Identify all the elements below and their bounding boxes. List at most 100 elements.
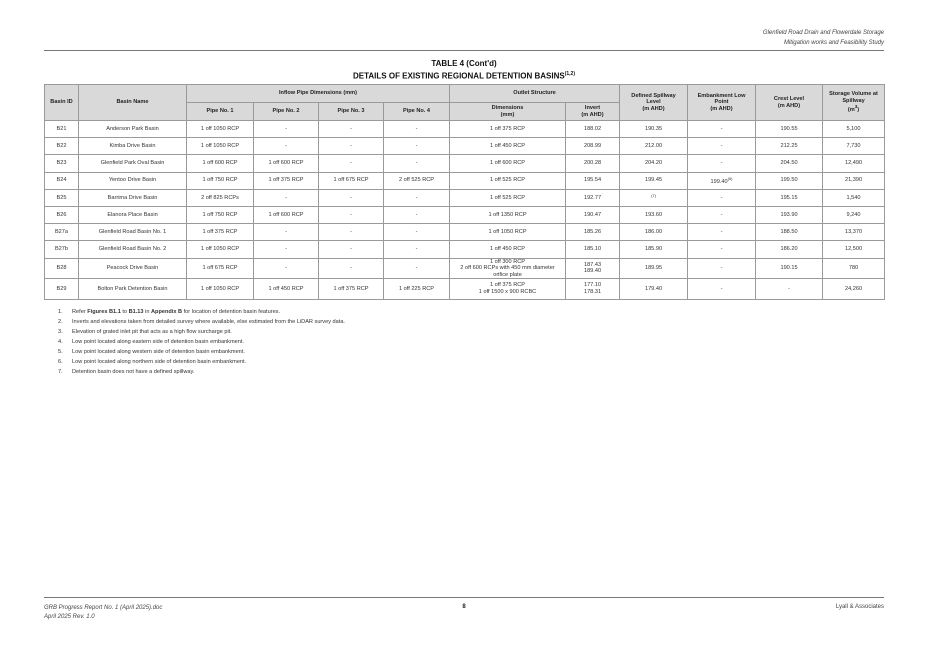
pipe-4-cell: - xyxy=(382,240,451,259)
note-text: Detention basin does not have a defined … xyxy=(72,369,195,375)
note-text: Refer Figures B1.1 to B1.13 in Appendix … xyxy=(72,309,281,315)
table-title-line-1: TABLE 4 (Cont'd) xyxy=(431,59,497,68)
pipe-1-cell: 1 off 750 RCP xyxy=(186,171,254,190)
col-pipe-3: Pipe No. 3 xyxy=(318,102,384,121)
basin-name-cell: Bolton Park Detention Basin xyxy=(78,278,187,300)
pipe-3-cell: - xyxy=(318,257,384,280)
crest-level-cell: 193.90 xyxy=(755,205,824,225)
table-row: B26 Elanora Place Basin 1 off 750 RCP 1 off… xyxy=(44,205,886,225)
basin-name-cell: Anderson Park Basin xyxy=(78,119,187,139)
col-pipe-2: Pipe No. 2 xyxy=(253,102,319,121)
table-row: B24 Yentoo Drive Basin 1 off 750 RCP 1 off … xyxy=(44,171,886,190)
header-line-2: Mitigation works and Feasibility Study xyxy=(783,40,884,46)
page-header: Glenfield Road Drain and Flowerdale Stor… xyxy=(763,28,884,48)
pipe-4-cell: 2 off 525 RCP xyxy=(382,171,451,190)
storage-volume-cell: 21,390 xyxy=(822,171,886,190)
table-row: B28 Peacock Drive Basin 1 off 675 RCP - - -1 … xyxy=(44,257,886,280)
embankment-low-point-cell: - xyxy=(687,154,757,173)
pipe-2-cell: - xyxy=(253,240,319,259)
table-row: B27a Glenfield Road Basin No. 11 off 375 … xyxy=(44,223,886,242)
col-outlet-invert: Invert (m AHD) xyxy=(565,102,621,121)
table-row: B22 Kimba Drive Basin 1 off 1050 RCP - - -1 o… xyxy=(44,137,886,156)
basin-id-cell: B25 xyxy=(44,188,79,207)
outlet-dimensions-cell: 1 off 375 RCP 1 off 1500 x 900 RCBC xyxy=(449,278,567,300)
pipe-4-cell: - xyxy=(382,188,451,207)
pipe-3-cell: - xyxy=(318,119,384,139)
note-item: 4. Low point located along eastern side o… xyxy=(58,339,244,345)
table-row: B29 Bolton Park Detention Basin 1 off 1050… xyxy=(44,278,886,300)
pipe-3-cell: - xyxy=(318,137,384,156)
table-notes: 1. Refer Figures B1.1 to B1.13 in Appendi… xyxy=(58,307,345,377)
col-group-inflow: Inflow Pipe Dimensions (mm) xyxy=(185,84,451,103)
basin-id-cell: B23 xyxy=(44,154,79,173)
storage-volume-cell: 5,100 xyxy=(822,119,886,139)
embankment-low-point-cell: - xyxy=(687,205,757,225)
pipe-2-cell: - xyxy=(253,257,319,280)
footer-company: Lyall & Associates xyxy=(835,604,884,610)
storage-volume-cell: 7,730 xyxy=(822,137,886,156)
pipe-1-cell: 1 off 1050 RCP xyxy=(186,119,254,139)
basin-name-cell: Peacock Drive Basin xyxy=(78,257,187,280)
crest-level-cell: - xyxy=(755,278,824,300)
outlet-invert-cell: 200.28 xyxy=(565,154,621,173)
pipe-3-cell: - xyxy=(318,240,384,259)
title-superscript: (1,2) xyxy=(564,71,575,77)
pipe-4-cell: - xyxy=(382,119,451,139)
note-text: Low point located along northern side of… xyxy=(72,359,247,365)
pipe-3-cell: 1 off 675 RCP xyxy=(318,171,384,190)
embankment-low-point-cell: - xyxy=(687,137,757,156)
footer-rule xyxy=(44,597,884,598)
col-embankment-low-point: Embankment Low Point (m AHD) xyxy=(687,84,757,121)
page-number: 8 xyxy=(462,604,466,610)
storage-volume-cell: 12,500 xyxy=(822,240,886,259)
storage-volume-cell: 13,370 xyxy=(822,223,886,242)
basin-name-cell: Barrima Drive Basin xyxy=(78,188,187,207)
footer-date-rev: April 2025 Rev. 1.0 xyxy=(44,614,95,620)
outlet-dimensions-cell: 1 off 600 RCP xyxy=(449,154,567,173)
basin-name-cell: Glenfield Road Basin No. 2 xyxy=(78,240,187,259)
basin-id-cell: B28 xyxy=(44,257,79,280)
basin-id-cell: B27a xyxy=(44,223,79,242)
pipe-4-cell: - xyxy=(382,154,451,173)
table-body: B21 Anderson Park Basin 1 off 1050 RCP - - -1… xyxy=(44,119,886,300)
note-item: 3. Elevation of grated inlet pit that act… xyxy=(58,329,232,335)
crest-level-cell: 190.15 xyxy=(755,257,824,280)
spillway-level-cell: 212.00 xyxy=(619,137,689,156)
note-item: 2. Inverts and elevations taken from deta… xyxy=(58,319,345,325)
basin-name-cell: Yentoo Drive Basin xyxy=(78,171,187,190)
spillway-level-cell: (7) xyxy=(619,188,689,207)
col-crest-level: Crest Level (m AHD) xyxy=(755,84,824,121)
outlet-dimensions-cell: 1 off 450 RCP xyxy=(449,240,567,259)
outlet-invert-cell: 190.47 xyxy=(565,205,621,225)
basin-name-cell: Kimba Drive Basin xyxy=(78,137,187,156)
note-text: Elevation of grated inlet pit that acts … xyxy=(72,329,232,335)
pipe-3-cell: 1 off 375 RCP xyxy=(318,278,384,300)
outlet-dimensions-cell: 1 off 525 RCP xyxy=(449,188,567,207)
pipe-4-cell: - xyxy=(382,223,451,242)
embankment-low-point-cell: - xyxy=(687,240,757,259)
storage-volume-cell: 780 xyxy=(822,257,886,280)
table-row: B25 Barrima Drive Basin 2 off 825 RCPs - - -1… xyxy=(44,188,886,207)
basin-name-cell: Elanora Place Basin xyxy=(78,205,187,225)
table-row: B27b Glenfield Road Basin No. 21 off 1050… xyxy=(44,240,886,259)
pipe-1-cell: 1 off 750 RCP xyxy=(186,205,254,225)
spillway-level-cell: 199.45 xyxy=(619,171,689,190)
outlet-invert-cell: 192.77 xyxy=(565,188,621,207)
outlet-dimensions-cell: 1 off 375 RCP xyxy=(449,119,567,139)
basin-name-cell: Glenfield Park Oval Basin xyxy=(78,154,187,173)
outlet-invert-cell: 188.02 xyxy=(565,119,621,139)
detention-basins-table: Basin ID Basin Name Inflow Pipe Dimensio… xyxy=(44,84,886,300)
spillway-level-cell: 185.90 xyxy=(619,240,689,259)
outlet-invert-cell: 185.26 xyxy=(565,223,621,242)
crest-level-cell: 188.50 xyxy=(755,223,824,242)
pipe-4-cell: 1 off 225 RCP xyxy=(382,278,451,300)
note-item: 5. Low point located along western side o… xyxy=(58,349,245,355)
basin-id-cell: B29 xyxy=(44,278,79,300)
spillway-level-cell: 186.00 xyxy=(619,223,689,242)
header-rule xyxy=(44,50,884,51)
outlet-dimensions-cell: 1 off 1050 RCP xyxy=(449,223,567,242)
note-item: 6. Low point located along northern side … xyxy=(58,359,247,365)
crest-level-cell: 195.15 xyxy=(755,188,824,207)
embankment-low-point-cell: - xyxy=(687,119,757,139)
outlet-invert-cell: 208.99 xyxy=(565,137,621,156)
